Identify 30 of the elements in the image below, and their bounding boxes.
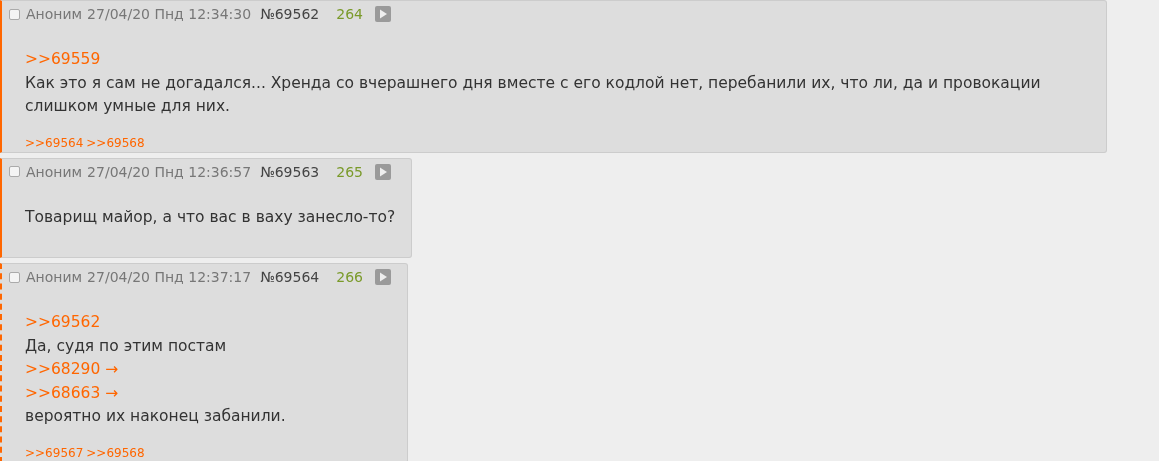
post-number[interactable]: №69562: [260, 6, 320, 22]
backlink[interactable]: >>69567: [25, 445, 84, 460]
post-text: Как это я сам не догадался... Хренда со вчерашнего дня вместе с его кодлой нет, перебанили их, что ли, да и провокации слишком умные для них.: [25, 72, 1042, 117]
backlink[interactable]: >>69568: [86, 445, 145, 460]
post-date: 27/04/20 Пнд 12:36:57: [87, 163, 252, 180]
post-count: 266: [336, 269, 363, 285]
reply-link[interactable]: >>69559: [25, 48, 1090, 72]
reply-link[interactable]: >>69562: [25, 311, 391, 335]
post-checkbox[interactable]: [9, 166, 20, 177]
post-text: вероятно их наконец забанили.: [25, 406, 287, 427]
post-count: 265: [336, 163, 363, 180]
reply-link[interactable]: >>68663 →: [25, 381, 391, 405]
post-date: 27/04/20 Пнд 12:34:30: [87, 6, 252, 22]
reply-link[interactable]: >>68290 →: [25, 358, 391, 382]
post-text: Да, судя по этим постам: [25, 335, 228, 357]
post-checkbox[interactable]: [9, 271, 20, 283]
post-number[interactable]: №69564: [260, 269, 320, 285]
backlink[interactable]: >>69568: [86, 135, 145, 150]
post-number[interactable]: №69563: [260, 163, 320, 180]
backlink[interactable]: >>69564: [25, 135, 84, 150]
poster-name: Аноним: [26, 6, 83, 22]
poster-name: Аноним: [26, 269, 83, 285]
post-count: 264: [336, 6, 363, 22]
poster-name: Аноним: [26, 163, 83, 180]
post-text: Товарищ майор, а что вас в ваху занесло-то?: [25, 206, 396, 228]
post-checkbox[interactable]: [9, 8, 20, 20]
post-date: 27/04/20 Пнд 12:37:17: [87, 269, 252, 285]
play-icon[interactable]: [374, 6, 391, 22]
play-icon[interactable]: [374, 269, 391, 285]
play-icon[interactable]: [374, 163, 391, 180]
